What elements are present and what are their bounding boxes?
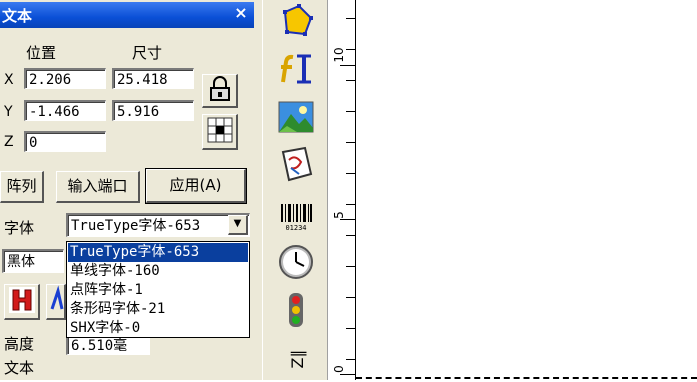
image-tool[interactable] (277, 98, 315, 136)
size-header: 尺寸 (132, 44, 163, 62)
y-axis-label: Y (4, 104, 13, 120)
image-icon (278, 101, 314, 133)
text-label: 文本 (4, 359, 35, 377)
dropdown-option[interactable]: SHX字体-0 (68, 319, 248, 338)
draw-toolbar: 01234 Z∥ (262, 0, 328, 380)
anchor-grid-button[interactable] (202, 114, 238, 150)
traffic-light-tool[interactable] (277, 291, 315, 329)
barcode-icon: 01234 (281, 204, 312, 232)
x-axis-label: X (4, 72, 14, 88)
y-position-field[interactable]: -1.466 (24, 100, 106, 121)
text-tool[interactable] (277, 50, 315, 88)
ruler-label: 0 (332, 365, 346, 373)
height-field[interactable]: 5.916 (112, 100, 194, 121)
lock-ratio-button[interactable] (202, 74, 238, 108)
font-style-button[interactable] (4, 284, 40, 320)
z-axis-label: Z (4, 134, 14, 150)
font-type-value: TrueType字体-653 (71, 218, 201, 234)
input-port-button[interactable]: 输入端口 (56, 171, 140, 203)
dropdown-arrow-button[interactable]: ▼ (228, 215, 248, 235)
lock-icon (209, 76, 230, 101)
work-area-boundary (356, 377, 697, 379)
vertical-ruler: 10 5 0 (330, 0, 356, 380)
traffic-light-icon (289, 293, 303, 327)
barcode-digits: 01234 (285, 224, 306, 232)
clock-tool[interactable] (277, 243, 315, 281)
width-field[interactable]: 25.418 (112, 68, 194, 89)
ruler-label: 10 (332, 47, 346, 63)
position-header: 位置 (26, 44, 57, 62)
dropdown-option[interactable]: 条形码字体-21 (68, 300, 248, 319)
polygon-tool[interactable] (277, 2, 315, 40)
vector-file-icon (281, 146, 313, 182)
clock-icon (279, 245, 313, 279)
extension-axis-tool[interactable]: Z∥ (277, 340, 315, 378)
dropdown-option[interactable]: 单线字体-160 (68, 262, 248, 281)
text-icon (281, 54, 311, 84)
vector-file-tool[interactable] (277, 146, 315, 184)
barcode-tool[interactable]: 01234 (277, 196, 315, 234)
drawing-canvas[interactable] (356, 0, 697, 380)
font-type-dropdown-list: TrueType字体-653 单线字体-160 点阵字体-1 条形码字体-21 … (66, 241, 250, 338)
dropdown-option[interactable]: 点阵字体-1 (68, 281, 248, 300)
svg-text:Z∥: Z∥ (288, 350, 307, 369)
chevron-down-icon: ▼ (233, 218, 242, 229)
z-position-field[interactable]: 0 (24, 131, 106, 152)
height-label: 高度 (4, 335, 35, 353)
polygon-icon (283, 4, 313, 36)
anchor-grid-icon (207, 117, 232, 143)
panel-title-bar: 文本 (0, 2, 254, 28)
x-position-field[interactable]: 2.206 (24, 68, 106, 89)
close-icon[interactable]: × (233, 3, 249, 23)
panel-title: 文本 (2, 7, 33, 25)
font-style-button-2[interactable] (46, 284, 66, 320)
extension-axis-icon: Z∥ (288, 350, 307, 369)
ruler-label: 5 (332, 211, 346, 219)
hershey-font-icon (8, 287, 35, 313)
truetype-font-icon (50, 285, 63, 310)
apply-button[interactable]: 应用(A) (145, 168, 247, 204)
dropdown-option[interactable]: TrueType字体-653 (68, 243, 248, 262)
array-button[interactable]: 阵列 (0, 171, 44, 203)
font-type-select[interactable]: TrueType字体-653 (66, 213, 250, 237)
font-name-select[interactable]: 黑体 (2, 249, 64, 273)
font-label: 字体 (4, 219, 35, 237)
